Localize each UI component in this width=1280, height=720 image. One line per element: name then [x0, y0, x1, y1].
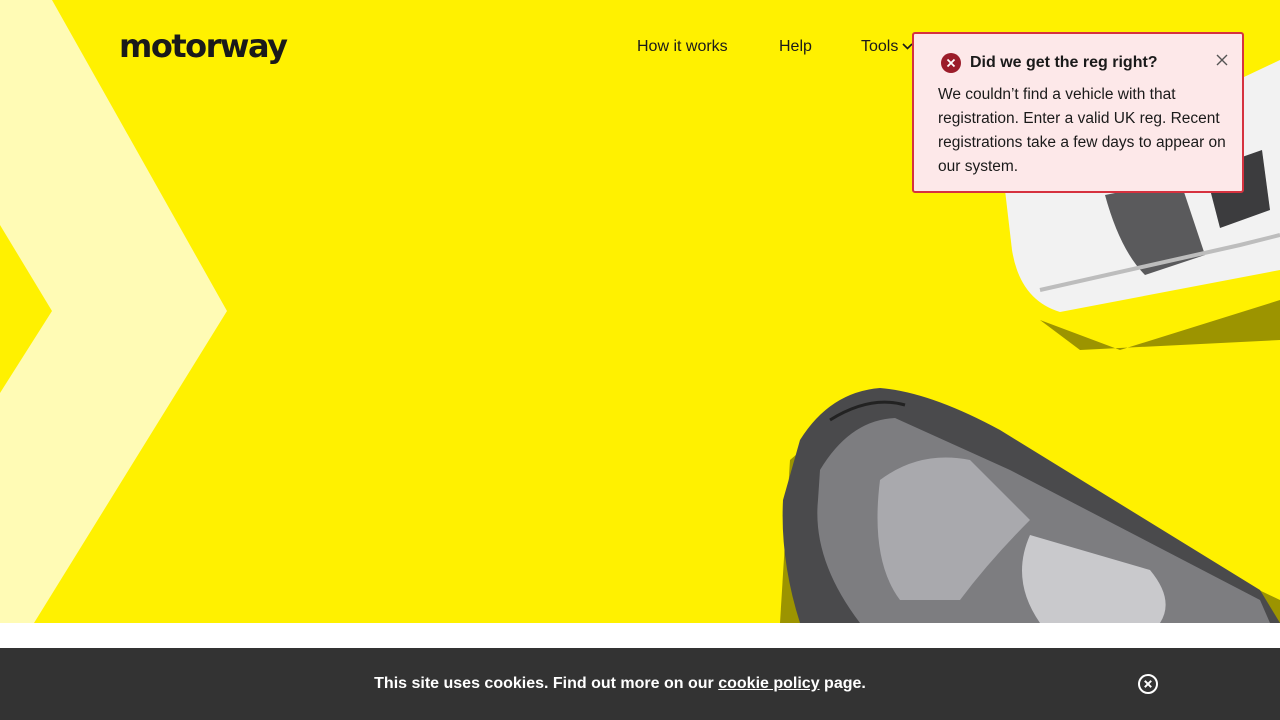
cookie-text-after: page. — [819, 675, 866, 692]
motorway-logo[interactable]: motorway — [119, 26, 288, 66]
nav-how-it-works[interactable]: How it works — [637, 36, 728, 58]
reg-error-toast: Did we get the reg right? We couldn’t fi… — [912, 32, 1244, 193]
cookie-policy-link[interactable]: cookie policy — [718, 675, 819, 692]
toast-title: Did we get the reg right? — [970, 54, 1158, 71]
hero-banner: motorway How it works Help Tools Did we … — [0, 0, 1280, 623]
nav-help[interactable]: Help — [779, 36, 812, 58]
close-circle-icon[interactable] — [1137, 673, 1159, 695]
error-icon — [941, 53, 961, 73]
cookie-message: This site uses cookies. Find out more on… — [0, 673, 1240, 695]
cookie-banner: This site uses cookies. Find out more on… — [0, 648, 1280, 720]
toast-message: We couldn’t find a vehicle with that reg… — [938, 86, 1226, 175]
close-icon[interactable] — [1215, 53, 1229, 67]
nav-tools[interactable]: Tools — [861, 36, 913, 58]
silver-car-image — [782, 388, 1280, 623]
cookie-text-before: This site uses cookies. Find out more on… — [374, 675, 719, 692]
nav-tools-label: Tools — [861, 38, 899, 55]
